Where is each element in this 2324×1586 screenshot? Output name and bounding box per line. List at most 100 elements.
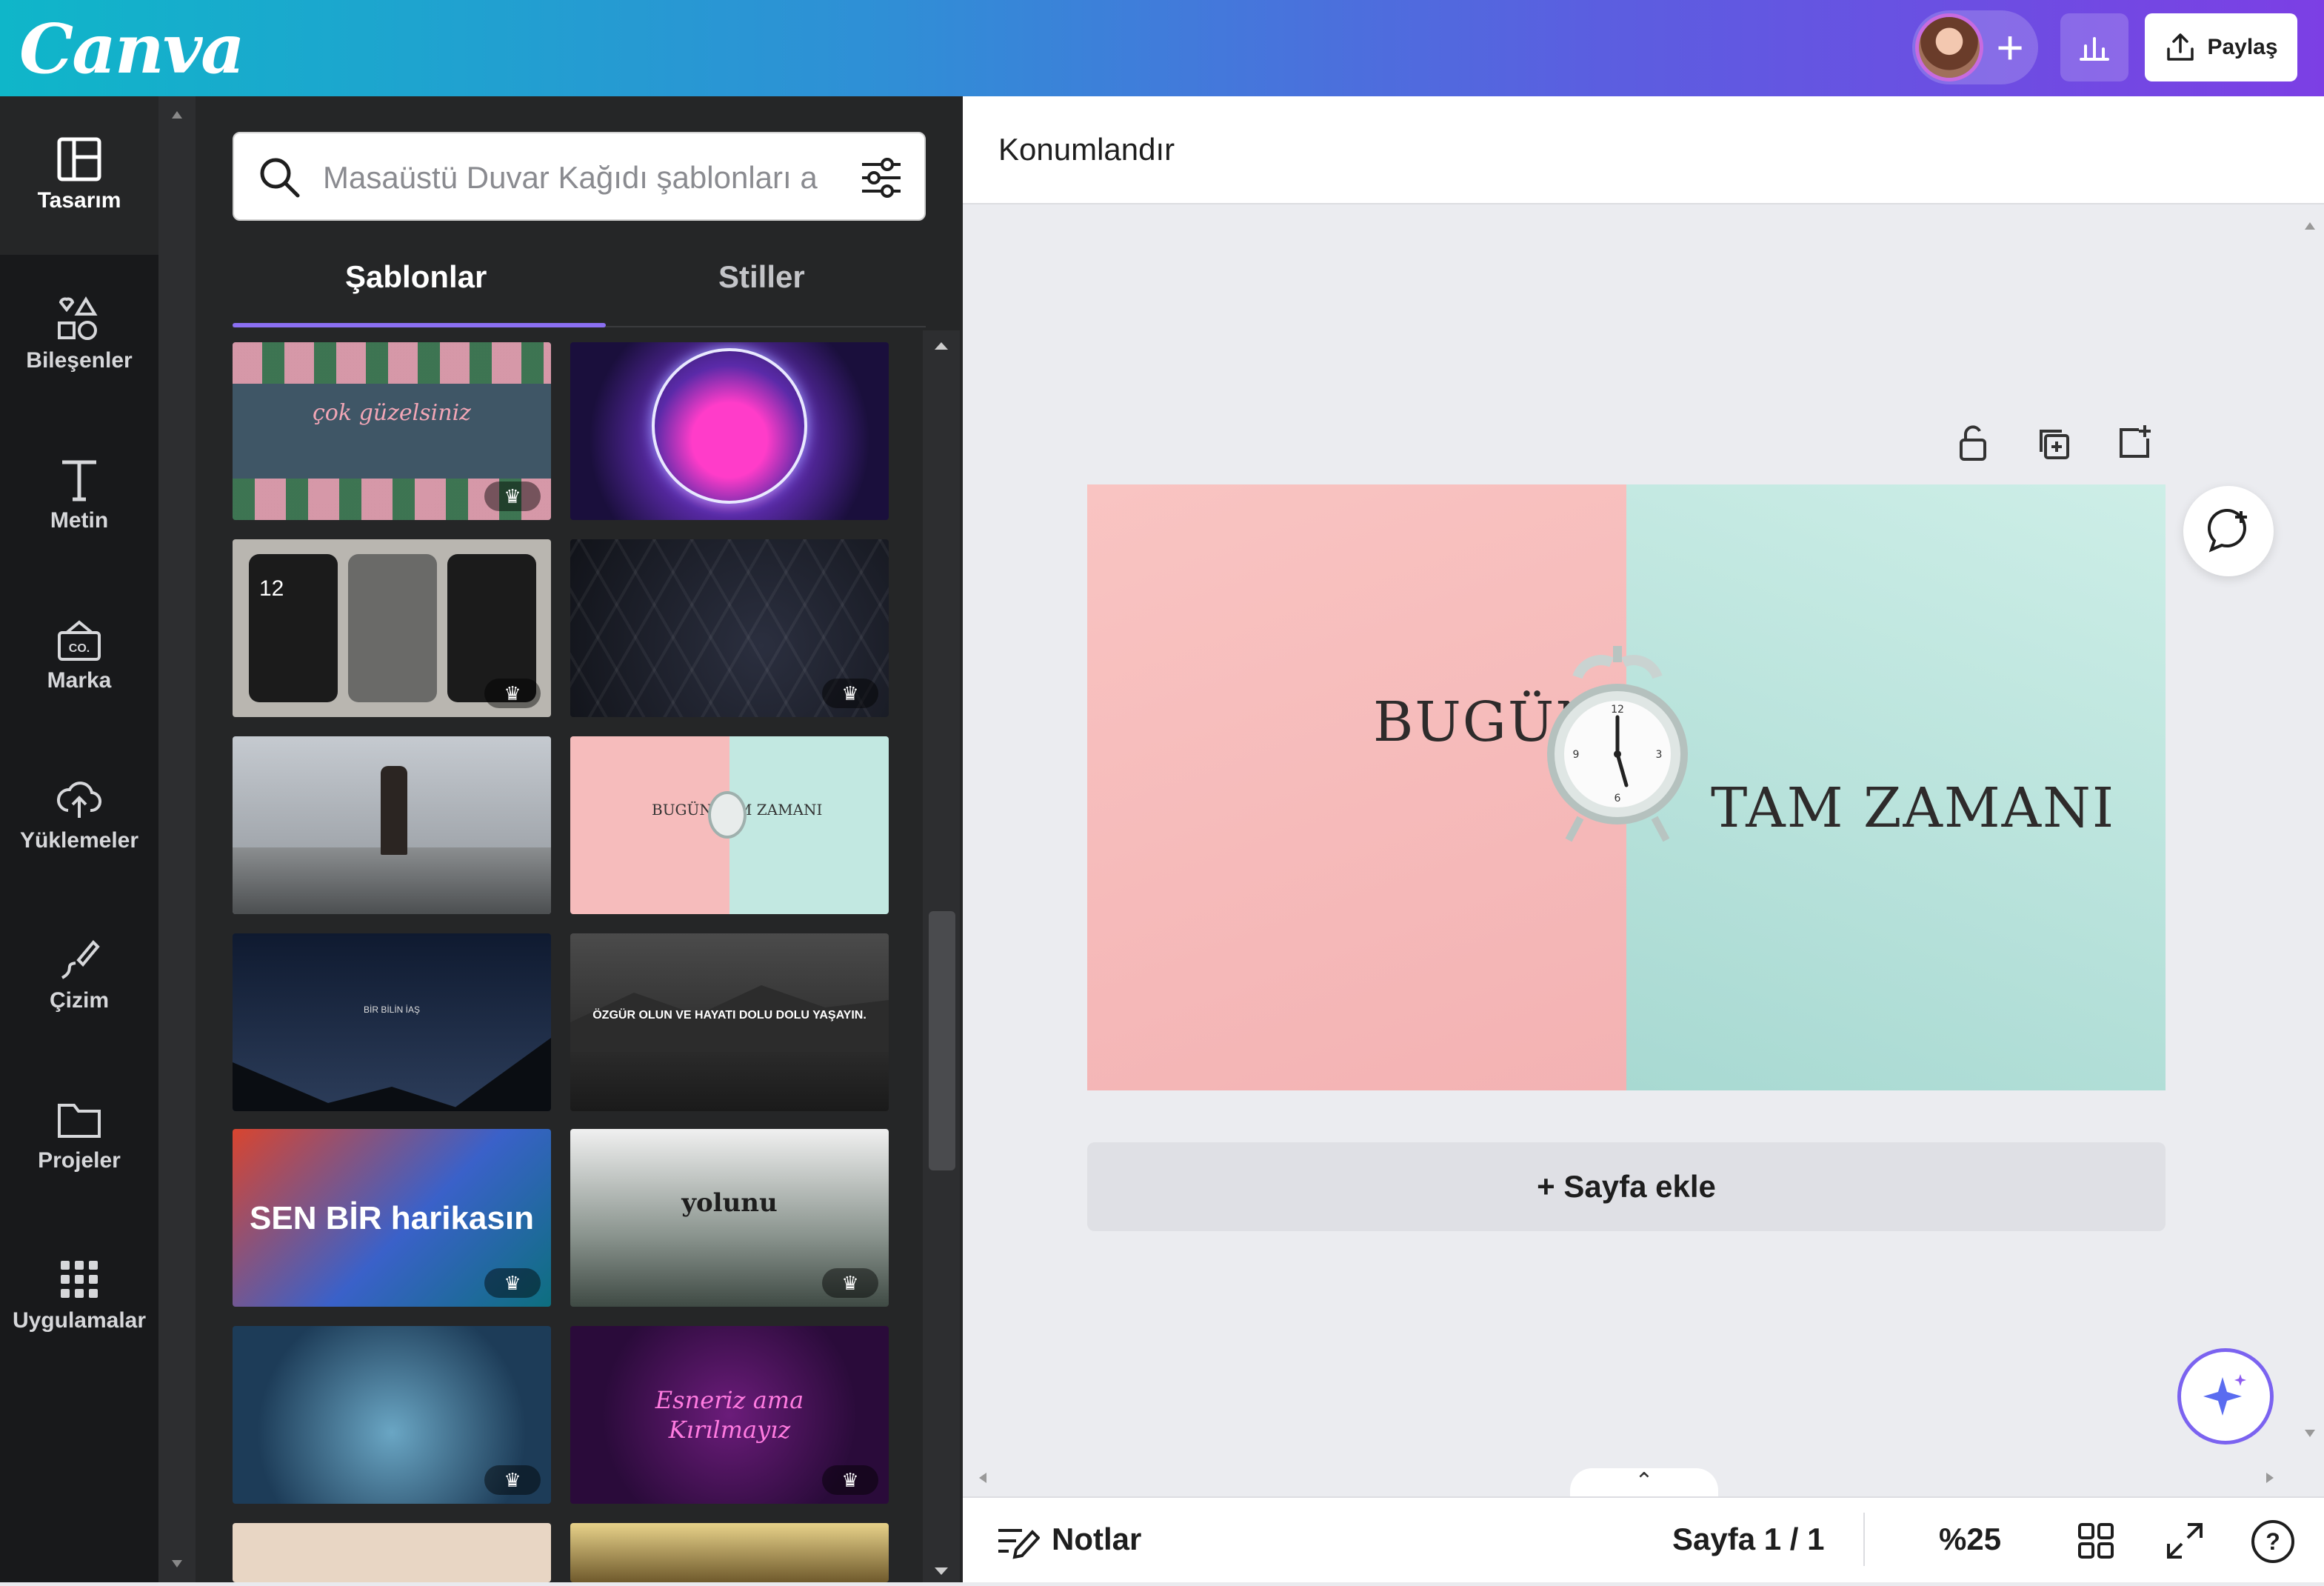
sidebar-item-marka[interactable]: CO. Marka bbox=[0, 576, 158, 735]
svg-text:9: 9 bbox=[1573, 749, 1580, 761]
sidebar-item-yuklemeler[interactable]: Yüklemeler bbox=[0, 736, 158, 895]
sidebar-item-label: Çizim bbox=[49, 988, 109, 1013]
template-text: çok güzelsiniz bbox=[313, 400, 471, 426]
search-input[interactable]: Masaüstü Duvar Kağıdı şablonları a bbox=[323, 160, 841, 196]
canvas-text-tam-zamani[interactable]: TAM ZAMANI bbox=[1711, 776, 2115, 840]
help-icon[interactable]: ? bbox=[2250, 1519, 2296, 1565]
shapes-icon bbox=[58, 296, 98, 340]
share-label: Paylaş bbox=[2207, 35, 2278, 59]
template-text: BİR BİLİN İAŞ bbox=[363, 1004, 421, 1015]
svg-text:3: 3 bbox=[1656, 749, 1663, 761]
grid-view-icon[interactable] bbox=[2075, 1520, 2117, 1562]
sidebar-item-label: Uygulamalar bbox=[12, 1308, 147, 1333]
template-thumbnail[interactable] bbox=[570, 1523, 889, 1582]
canvas-vertical-scrollbar[interactable] bbox=[2296, 207, 2324, 1452]
template-search-field[interactable]: Masaüstü Duvar Kağıdı şablonları a bbox=[233, 132, 926, 221]
fullscreen-icon[interactable] bbox=[2164, 1520, 2206, 1562]
sidebar-item-label: Metin bbox=[50, 508, 109, 533]
plus-icon[interactable]: + bbox=[1982, 19, 2038, 76]
clock-icon bbox=[708, 791, 747, 839]
template-thumbnail[interactable]: BİR BİLİN İAŞ bbox=[233, 933, 551, 1111]
template-thumbnail[interactable]: yolunu ♛ bbox=[570, 1129, 889, 1307]
sidebar-item-bilesenler[interactable]: Bileşenler bbox=[0, 256, 158, 415]
brand-icon: CO. bbox=[58, 620, 101, 661]
template-thumbnail[interactable] bbox=[233, 736, 551, 914]
upload-cloud-icon bbox=[56, 782, 101, 818]
svg-text:6: 6 bbox=[1615, 793, 1621, 804]
duplicate-icon[interactable] bbox=[2034, 424, 2075, 465]
analytics-button[interactable] bbox=[2060, 13, 2128, 81]
bottom-bar bbox=[963, 1496, 2324, 1582]
comment-plus-icon bbox=[2208, 509, 2247, 553]
add-page-icon[interactable] bbox=[2114, 422, 2155, 464]
template-thumbnail[interactable]: Esneriz ama Kırılmayız ♛ bbox=[570, 1326, 889, 1504]
template-text: ÖZGÜR OLUN VE HAYATI DOLU DOLU YAŞAYIN. bbox=[592, 1009, 867, 1022]
sidebar-item-label: Tasarım bbox=[37, 188, 121, 213]
sidebar-item-label: Yüklemeler bbox=[19, 828, 139, 853]
alarm-clock-icon[interactable]: 12 3 6 9 bbox=[1543, 646, 1692, 846]
template-text: BUGÜN TAM ZAMANI bbox=[652, 801, 823, 819]
draw-icon bbox=[61, 940, 100, 979]
scrollbar-thumb[interactable] bbox=[929, 911, 955, 1170]
divider bbox=[1863, 1513, 1865, 1566]
sidebar-item-label: Bileşenler bbox=[26, 348, 133, 373]
upload-icon bbox=[2167, 33, 2194, 61]
template-text: 12 bbox=[259, 576, 284, 601]
template-thumbnail[interactable]: ÖZGÜR OLUN VE HAYATI DOLU DOLU YAŞAYIN. bbox=[570, 933, 889, 1111]
lock-icon[interactable] bbox=[1952, 422, 1994, 464]
panel-scrollbar[interactable] bbox=[158, 96, 196, 1582]
crown-icon: ♛ bbox=[822, 679, 878, 708]
add-comment-button[interactable] bbox=[2183, 486, 2274, 576]
crown-icon: ♛ bbox=[484, 679, 541, 708]
crown-icon: ♛ bbox=[484, 1268, 541, 1298]
sparkle-icon bbox=[2203, 1374, 2246, 1416]
sidebar-item-projeler[interactable]: Projeler bbox=[0, 1056, 158, 1215]
folder-icon bbox=[58, 1104, 101, 1138]
analytics-icon bbox=[2080, 37, 2109, 61]
zoom-level[interactable]: %25 bbox=[1939, 1522, 2001, 1557]
notes-icon[interactable] bbox=[995, 1523, 1040, 1563]
template-thumbnail[interactable]: ♛ bbox=[570, 539, 889, 717]
template-thumbnail[interactable]: BUGÜN TAM ZAMANI bbox=[570, 736, 889, 914]
share-button[interactable]: Paylaş bbox=[2145, 13, 2297, 81]
page-indicator[interactable]: Sayfa 1 / 1 bbox=[1672, 1522, 1824, 1557]
crown-icon: ♛ bbox=[484, 1465, 541, 1495]
crown-icon: ♛ bbox=[484, 482, 541, 511]
text-icon bbox=[62, 460, 96, 502]
sidebar-item-uygulamalar[interactable]: Uygulamalar bbox=[0, 1216, 158, 1375]
template-text: Esneriz ama Kırılmayız bbox=[655, 1386, 804, 1444]
template-thumbnail[interactable]: çok güzelsiniz ♛ bbox=[233, 342, 551, 520]
avatar[interactable] bbox=[1915, 13, 1983, 81]
sidebar-item-metin[interactable]: Metin bbox=[0, 416, 158, 575]
tab-stiller[interactable]: Stiller bbox=[718, 259, 805, 295]
template-thumbnail[interactable]: 12 ♛ bbox=[233, 539, 551, 717]
template-text: yolunu bbox=[681, 1188, 778, 1218]
sidebar-item-label: Projeler bbox=[38, 1148, 121, 1173]
canva-logo[interactable]: Canva bbox=[19, 9, 245, 89]
sidebar-item-cizim[interactable]: Çizim bbox=[0, 896, 158, 1055]
tab-sablonlar[interactable]: Şablonlar bbox=[345, 259, 487, 295]
layout-icon bbox=[57, 137, 101, 181]
template-text: SEN BİR harikasın bbox=[250, 1200, 534, 1236]
magic-assistant-button[interactable] bbox=[2177, 1348, 2274, 1445]
crown-icon: ♛ bbox=[822, 1465, 878, 1495]
svg-text:CO.: CO. bbox=[69, 642, 90, 655]
template-thumbnail[interactable] bbox=[233, 1523, 551, 1582]
template-thumbnail[interactable]: ♛ bbox=[233, 1326, 551, 1504]
sidebar-item-label: Marka bbox=[47, 668, 112, 693]
template-thumbnail[interactable]: SEN BİR harikasın ♛ bbox=[233, 1129, 551, 1307]
design-canvas[interactable]: BUGÜN TAM ZAMANI 12 3 6 9 bbox=[1087, 484, 2166, 1090]
expand-pages-button[interactable]: ⌃ bbox=[1570, 1468, 1718, 1498]
add-page-button[interactable]: + Sayfa ekle bbox=[1087, 1142, 2166, 1231]
apps-grid-icon bbox=[61, 1261, 98, 1298]
filter-icon[interactable] bbox=[858, 154, 905, 201]
active-tab-indicator bbox=[233, 323, 606, 327]
position-button[interactable]: Konumlandır bbox=[998, 132, 1175, 167]
notes-button[interactable]: Notlar bbox=[1052, 1522, 1141, 1557]
template-thumbnail[interactable] bbox=[570, 342, 889, 520]
sidebar-item-tasarim[interactable]: Tasarım bbox=[0, 96, 158, 255]
svg-text:?: ? bbox=[2265, 1528, 2280, 1555]
search-icon bbox=[260, 158, 300, 198]
crown-icon: ♛ bbox=[822, 1268, 878, 1298]
svg-text:12: 12 bbox=[1611, 704, 1624, 716]
